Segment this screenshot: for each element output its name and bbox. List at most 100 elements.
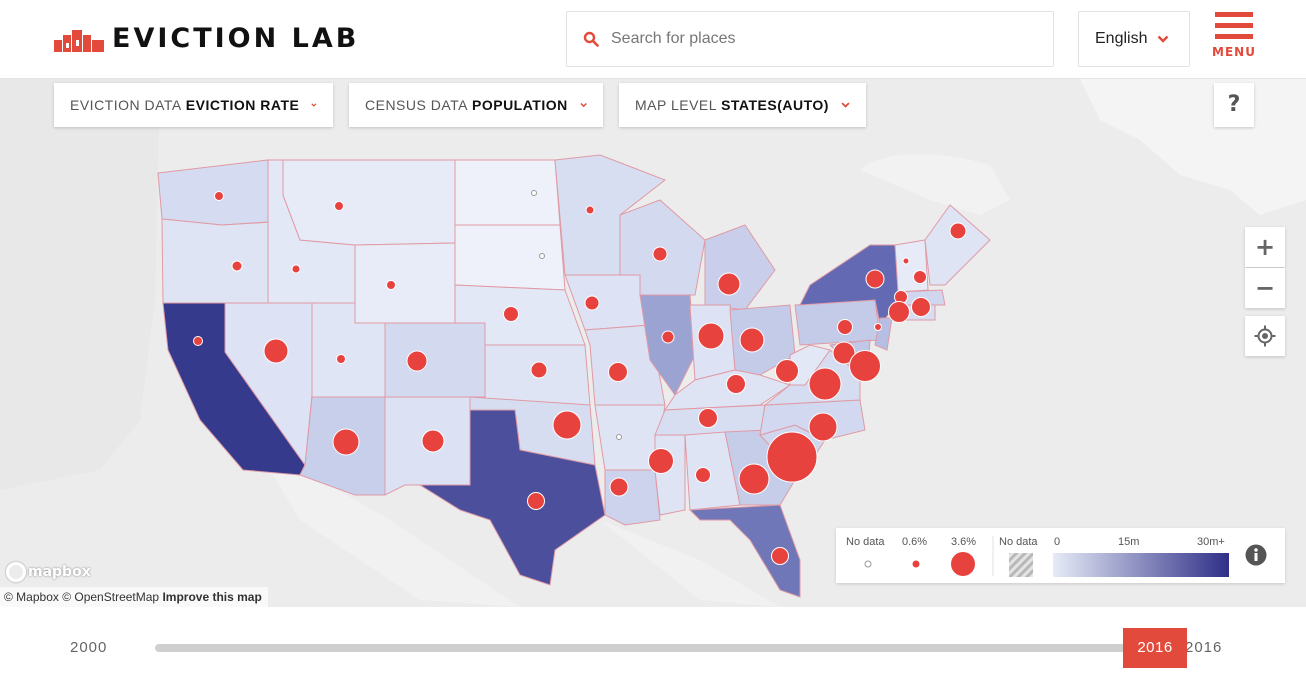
map-attribution: © Mapbox © OpenStreetMap Improve this ma…: [0, 587, 268, 607]
bubble-north-dakota: [531, 190, 537, 196]
chevron-down-icon: [580, 102, 587, 108]
bubble-south-dakota: [539, 253, 545, 259]
bubble-rhode-island: [911, 297, 931, 317]
bubble-georgia: [738, 463, 770, 495]
bubble-texas: [527, 492, 545, 510]
state-south-dakota: [454, 224, 566, 291]
bubble-wyoming: [386, 280, 396, 290]
state-maine: [924, 204, 991, 286]
state-wyoming: [354, 242, 456, 324]
bubble-south-carolina: [766, 431, 818, 483]
bubble-alabama: [695, 467, 711, 483]
bubble-indiana: [697, 322, 725, 350]
bubble-vermont: [902, 257, 910, 265]
bubble-louisiana: [609, 477, 629, 497]
eviction-data-label: EVICTION DATA: [70, 97, 182, 113]
attribution-text: © Mapbox © OpenStreetMap: [4, 590, 160, 604]
state-michigan: [704, 224, 776, 311]
bubble-tennessee: [698, 408, 718, 428]
bubble-oklahoma: [552, 410, 582, 440]
map-canvas[interactable]: EVICTION DATA EVICTION RATE CENSUS DATA …: [0, 79, 1306, 607]
mapbox-ring-icon: [6, 562, 26, 582]
map-legend: No data 0.6% 3.6% No data 0 15m 30m+: [836, 528, 1285, 583]
bubble-montana: [334, 201, 344, 211]
language-select[interactable]: English: [1078, 11, 1190, 67]
eviction-data-value: EVICTION RATE: [185, 97, 300, 113]
state-iowa: [564, 274, 651, 331]
bubble-california: [193, 336, 203, 346]
logo-text: EVICTION LAB: [112, 23, 360, 54]
census-data-select[interactable]: CENSUS DATA POPULATION: [349, 83, 603, 127]
bubble-new-hampshire: [913, 270, 927, 284]
zoom-in-button[interactable]: +: [1245, 227, 1285, 267]
state-colorado: [384, 322, 486, 398]
bubble-michigan: [717, 272, 741, 296]
state-pennsylvania: [794, 299, 881, 346]
bubble-kentucky: [726, 374, 746, 394]
bubble-missouri: [608, 362, 628, 382]
search-box[interactable]: [566, 11, 1054, 67]
bubble-virginia: [808, 367, 842, 401]
search-icon: [583, 31, 599, 47]
locate-button[interactable]: [1245, 316, 1285, 356]
bubble-utah: [336, 354, 346, 364]
chevron-down-icon: [1158, 35, 1169, 43]
state-washington: [157, 159, 269, 226]
bubble-nevada: [263, 338, 289, 364]
mapbox-logo[interactable]: mapbox: [6, 562, 91, 582]
mapbox-logo-text: mapbox: [28, 564, 91, 580]
chevron-down-icon: [311, 103, 317, 107]
legend-choropleth-nodata: No data: [999, 536, 1038, 548]
bubble-iowa: [584, 295, 600, 311]
map-level-label: MAP LEVEL: [635, 97, 718, 113]
bubble-washington: [214, 191, 224, 201]
improve-map-link[interactable]: Improve this map: [162, 590, 261, 604]
year-timeline: 2000 2016 2016: [0, 607, 1306, 680]
census-data-value: POPULATION: [472, 97, 568, 113]
search-input[interactable]: [611, 30, 1031, 48]
legend-scale-mid: 15m: [1118, 536, 1140, 548]
map-level-value: STATES(AUTO): [721, 97, 829, 113]
timeline-slider-handle[interactable]: 2016: [1123, 628, 1187, 668]
bubble-ohio: [739, 327, 765, 353]
info-icon[interactable]: [1245, 544, 1267, 566]
bubble-oregon: [231, 260, 243, 272]
timeline-track[interactable]: [155, 644, 1155, 652]
timeline-end-year: 2016: [1185, 639, 1223, 656]
bubble-wisconsin: [652, 246, 668, 262]
state-mississippi: [654, 434, 686, 516]
bubble-kansas: [530, 361, 548, 379]
legend-scale-min: 0: [1054, 536, 1061, 548]
bubble-new-mexico: [421, 429, 445, 453]
bubble-west-virginia: [775, 359, 799, 383]
bubble-delaware: [849, 350, 881, 382]
chevron-down-icon: [841, 102, 850, 108]
legend-scale-max: 30m+: [1197, 536, 1225, 548]
state-oregon: [161, 218, 273, 304]
crosshair-icon: [1254, 325, 1276, 347]
bubble-nebraska: [503, 306, 519, 322]
bubble-arizona: [332, 428, 360, 456]
eviction-lab-logo[interactable]: EVICTION LAB: [54, 24, 359, 54]
logo-houses-icon: [54, 30, 104, 52]
bubble-colorado: [406, 350, 428, 372]
census-data-label: CENSUS DATA: [365, 97, 468, 113]
bubble-pennsylvania: [837, 319, 853, 335]
state-north-dakota: [454, 159, 561, 226]
bubble-maine: [949, 222, 967, 240]
menu-button[interactable]: MENU: [1210, 12, 1258, 70]
state-louisiana: [604, 469, 661, 526]
bubble-north-carolina: [808, 412, 838, 442]
bubble-mississippi: [648, 448, 674, 474]
zoom-out-button[interactable]: −: [1245, 268, 1285, 308]
state-vermont-nh: [894, 239, 929, 293]
help-button[interactable]: ?: [1214, 83, 1254, 127]
timeline-start-year: 2000: [70, 639, 108, 656]
state-montana: [282, 159, 456, 246]
map-level-select[interactable]: MAP LEVEL STATES(AUTO): [619, 83, 866, 127]
bubble-florida: [771, 547, 789, 565]
eviction-data-select[interactable]: EVICTION DATA EVICTION RATE: [54, 83, 333, 127]
bubble-connecticut: [888, 301, 910, 323]
app-header: EVICTION LAB English MENU: [0, 0, 1306, 79]
hamburger-icon: [1210, 12, 1258, 39]
